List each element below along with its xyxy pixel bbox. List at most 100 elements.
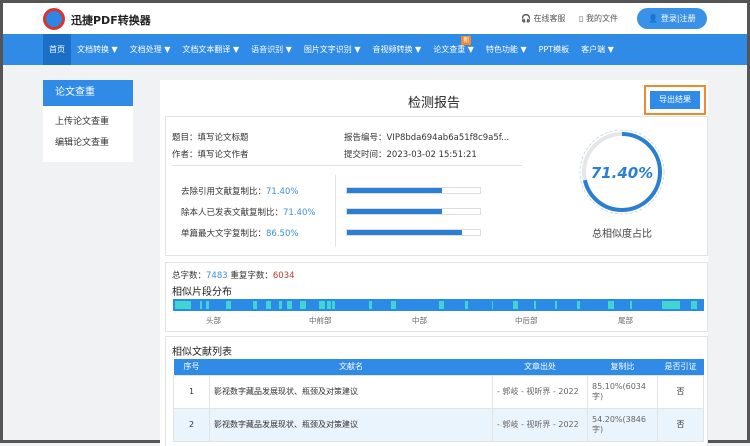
similar-segment[interactable]: [332, 301, 335, 309]
similar-segment[interactable]: [491, 301, 494, 309]
rate-bar: [346, 187, 481, 194]
column-header: 序号: [173, 359, 210, 375]
table-cell: - 郭岐 - 视听界 - 2022: [492, 407, 588, 442]
similar-segment[interactable]: [555, 301, 558, 309]
distribution-title: 相似片段分布: [172, 287, 232, 298]
similar-segment[interactable]: [287, 301, 293, 309]
report-id-value: VIP8bda694ab6a51f8c9a5f...: [386, 133, 510, 143]
similar-segment[interactable]: [174, 301, 191, 309]
dup-words-value: 6034: [272, 271, 295, 281]
export-highlight: 导出结果: [644, 85, 706, 115]
login-label: 登录|注册: [660, 14, 696, 23]
rate-value: 86.50%: [266, 229, 299, 239]
similar-docs-title: 相似文献列表: [172, 347, 232, 358]
table-cell[interactable]: 影视数字藏品发展现状、瓶颈及对策建议: [209, 407, 493, 442]
similar-segment[interactable]: [303, 301, 306, 309]
similar-segment[interactable]: [319, 301, 326, 309]
rate-bar: [346, 208, 481, 215]
similar-segment[interactable]: [226, 301, 232, 309]
divider: [172, 165, 522, 166]
nav-item-4[interactable]: 语音识别 ▼: [245, 34, 298, 65]
rate-label: 除本人已发表文献复制比：: [181, 208, 284, 218]
similar-segment[interactable]: [279, 301, 283, 309]
page-title: 检测报告: [407, 96, 460, 111]
distribution-label: 尾部: [618, 316, 633, 325]
column-header: 复制比: [587, 359, 658, 375]
similar-segment[interactable]: [534, 301, 537, 309]
similar-segment[interactable]: [265, 301, 272, 309]
export-button[interactable]: 导出结果: [650, 91, 700, 109]
distribution-bar: [173, 299, 704, 311]
nav-item-10[interactable]: 客户端 ▼: [575, 34, 620, 65]
similar-segment[interactable]: [629, 301, 632, 309]
similar-segment[interactable]: [199, 301, 203, 309]
similar-segment[interactable]: [205, 301, 209, 309]
similar-segment[interactable]: [252, 301, 257, 309]
similar-segment[interactable]: [690, 301, 698, 309]
logo-icon: [43, 8, 65, 30]
total-similarity-label: 总相似度占比: [592, 229, 652, 240]
rate-value: 71.40%: [266, 187, 299, 197]
table-cell: 85.10%(6034字): [587, 374, 658, 409]
nav-item-7[interactable]: 论文查重 ▼ 新: [427, 34, 480, 65]
submit-time: 提交时间：2023-03-02 15:51:21: [344, 148, 477, 160]
column-header: 文章出处: [492, 359, 588, 375]
table-cell[interactable]: 影视数字藏品发展现状、瓶颈及对策建议: [209, 374, 493, 409]
similar-segment[interactable]: [661, 301, 681, 309]
table-cell: 2: [173, 407, 210, 442]
author-label: 作者：: [172, 150, 198, 160]
topic: 题目：填写论文标题: [172, 131, 249, 143]
submit-time-label: 提交时间：: [344, 150, 387, 160]
total-similarity-value: 71.40%: [590, 164, 654, 182]
table-cell: 否: [657, 374, 704, 409]
table-row[interactable]: 1 影视数字藏品发展现状、瓶颈及对策建议 - 郭岐 - 视听界 - 2022 85.1…: [173, 374, 704, 409]
table-row[interactable]: 2 影视数字藏品发展现状、瓶颈及对策建议 - 郭岐 - 视听界 - 2022 54.2…: [173, 407, 704, 442]
similar-segment[interactable]: [576, 301, 580, 309]
rate-label: 单篇最大文字复制比：: [181, 229, 267, 239]
rate-bar-fill: [347, 230, 463, 235]
rate-value: 71.40%: [283, 208, 316, 218]
submit-time-value: 2023-03-02 15:51:21: [386, 150, 477, 160]
sidebar-item-edit[interactable]: 编辑论文查重: [43, 135, 133, 148]
similar-segment[interactable]: [465, 301, 468, 309]
login-button[interactable]: 👤 登录|注册: [637, 8, 707, 29]
my-files-link[interactable]: ▯ 我的文件: [579, 13, 618, 24]
distribution-label: 中前部: [309, 316, 332, 325]
report-panel: 检测报告 导出结果 题目：填写论文标题 作者：填写论文作者 报告编号：VIP8b…: [160, 80, 708, 446]
nav-item-3[interactable]: 文档文本翻译 ▼: [176, 34, 245, 65]
report-id: 报告编号：VIP8bda694ab6a51f8c9a5f...: [344, 131, 509, 143]
similar-docs-card: 相似文献列表 序号 文献名 文章出处 复制比 是否引证 1 影视数字藏品发展现状、瓶颈及对…: [165, 336, 708, 446]
brand-name[interactable]: 迅捷PDF转换器: [71, 12, 151, 28]
similar-segment[interactable]: [390, 301, 396, 309]
similar-segment[interactable]: [512, 301, 519, 309]
word-stats: 总字数：7483 重复字数：6034: [172, 269, 295, 281]
summary-card: 题目：填写论文标题 作者：填写论文作者 报告编号：VIP8bda694ab6a5…: [165, 116, 708, 256]
nav-item-6[interactable]: 音视频转换 ▼: [367, 34, 428, 65]
nav-item-8[interactable]: 特色功能 ▼: [480, 34, 533, 65]
nav-item-2[interactable]: 文档处理 ▼: [124, 34, 177, 65]
sidebar-item-upload[interactable]: 上传论文查重: [43, 114, 133, 127]
sidebar-title[interactable]: 论文查重: [43, 80, 133, 106]
customer-service-label: 在线客服: [533, 14, 566, 23]
rate-row: 除本人已发表文献复制比：71.40%: [181, 206, 315, 218]
nav-item-5[interactable]: 图片文字识别 ▼: [298, 34, 367, 65]
nav-item-1[interactable]: 文档转换 ▼: [71, 34, 124, 65]
rate-label: 去除引用文献复制比：: [181, 187, 267, 197]
topic-label: 题目：: [172, 133, 198, 143]
nav-item-9[interactable]: PPT模板: [533, 34, 576, 65]
similar-segment[interactable]: [326, 301, 332, 309]
my-files-label: 我的文件: [585, 14, 618, 23]
similar-segment[interactable]: [608, 301, 614, 309]
similar-docs-table: 序号 文献名 文章出处 复制比 是否引证 1 影视数字藏品发展现状、瓶颈及对策建议 - 郭岐…: [173, 359, 704, 442]
divider-vertical: [335, 175, 336, 247]
similar-segment[interactable]: [438, 301, 444, 309]
similar-segment[interactable]: [300, 301, 304, 309]
distribution-label: 头部: [206, 316, 221, 325]
distribution-label: 中部: [412, 316, 427, 325]
topic-value: 填写论文标题: [197, 133, 249, 143]
nav-item-0[interactable]: 首页: [43, 34, 71, 65]
customer-service-link[interactable]: 🎧 在线客服: [521, 13, 566, 24]
dup-words-label: 重复字数：: [230, 271, 273, 281]
rate-bar-fill: [347, 188, 442, 193]
similar-segment[interactable]: [369, 301, 373, 309]
